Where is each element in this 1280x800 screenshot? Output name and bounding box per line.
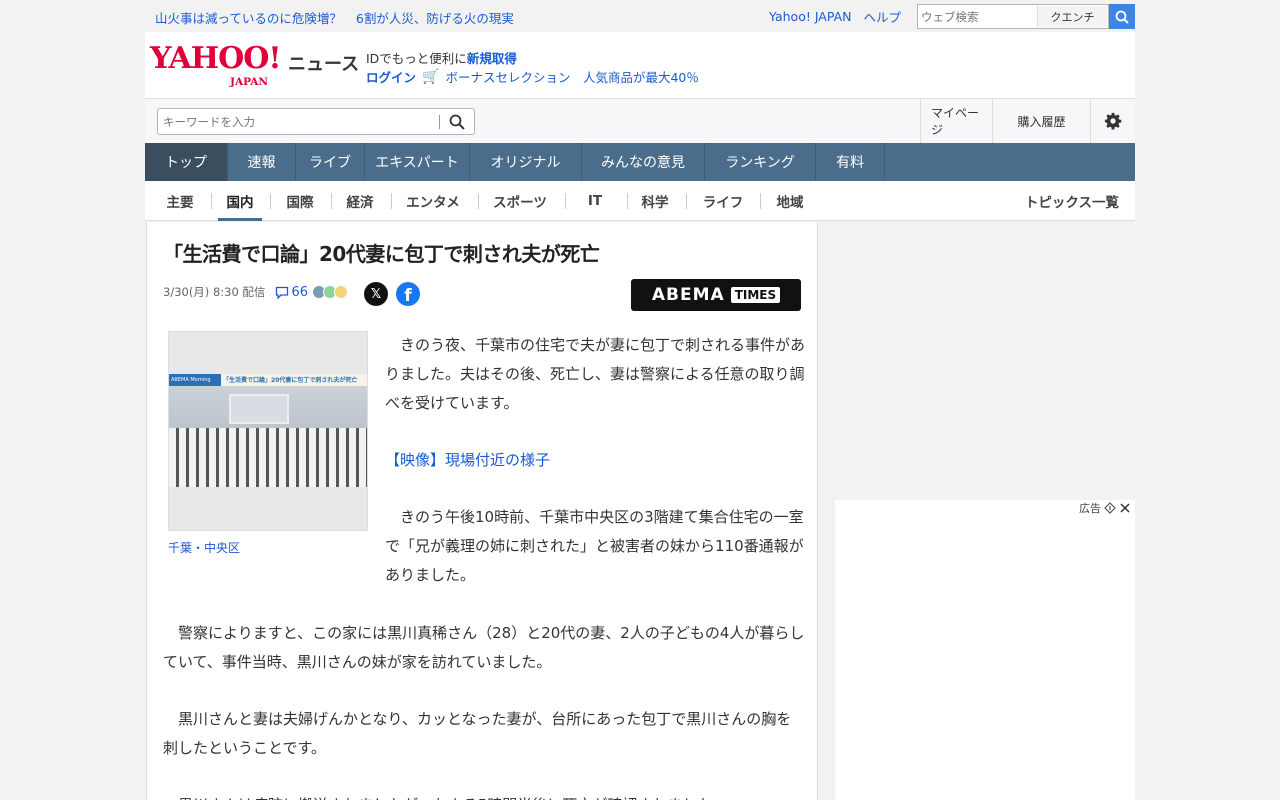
close-icon[interactable] [1119, 502, 1131, 514]
logo-sub: JAPAN [230, 76, 268, 88]
keyword-search-box [157, 108, 475, 135]
nav-breaking[interactable]: 速報 [228, 143, 296, 181]
category-region[interactable]: 地域 [765, 181, 815, 221]
article-photo[interactable]: ABEMA Morning 「生活費で口論」20代妻に包丁で刺され夫が死亡 [168, 331, 368, 531]
nav-original[interactable]: オリジナル [470, 143, 582, 181]
divider [391, 193, 392, 209]
nav-paid[interactable]: 有料 [816, 143, 885, 181]
divider [270, 193, 271, 209]
news-label[interactable]: ニュース [288, 50, 359, 76]
id-promo: IDでもっと便利に新規取得 [366, 48, 517, 67]
comment-count: 66 [291, 284, 308, 300]
category-domestic[interactable]: 国内 [218, 181, 262, 221]
category-main[interactable]: 主要 [155, 181, 205, 221]
yahoo-logo[interactable]: YAHOO! JAPAN [150, 41, 282, 89]
keyword-search-row: マイページ 購入履歴 [145, 98, 1135, 143]
nav-ranking[interactable]: ランキング [705, 143, 816, 181]
purchase-history-button[interactable]: 購入履歴 [992, 99, 1090, 143]
cart-icon: 🛒 [422, 68, 440, 85]
article: 「生活費で口論」20代妻に包丁で刺され夫が死亡 3/30(月) 8:30 配信 … [146, 222, 818, 800]
divider [439, 115, 440, 129]
ad-label: 広告 [1079, 500, 1131, 516]
divider [627, 193, 628, 209]
photo-railing [169, 428, 367, 487]
divider [686, 193, 687, 209]
comment-link[interactable]: 66 [275, 285, 308, 300]
provider-logo[interactable]: ABEMA TIMES [631, 279, 801, 311]
web-search-input[interactable] [918, 5, 1028, 28]
ad-slot[interactable]: 広告 [835, 500, 1135, 800]
login-link[interactable]: ログイン [366, 67, 416, 86]
top-bar: 山火事は減っているのに危険増？ 6割が人災、防げる火の現実 Yahoo! JAP… [0, 0, 1280, 32]
avatar [333, 285, 348, 299]
ad-label-text: 広告 [1079, 502, 1101, 515]
quenchi-button[interactable]: クエンチ [1037, 6, 1107, 27]
search-icon [1115, 10, 1129, 24]
photo-window [229, 394, 289, 424]
category-science[interactable]: 科学 [631, 181, 679, 221]
x-share-icon[interactable]: 𝕏 [364, 282, 388, 306]
paragraph: 警察によりますと、この家には黒川真稀さん（28）と20代の妻、2人の子どもの4人… [163, 624, 805, 671]
reaction-avatars[interactable] [311, 285, 348, 299]
topic-link-2[interactable]: 6割が人災、防げる火の現実 [356, 8, 514, 27]
nav-opinions[interactable]: みんなの意見 [582, 143, 705, 181]
article-title: 「生活費で口論」20代妻に包丁で刺され夫が死亡 [163, 242, 600, 266]
search-icon [449, 114, 465, 130]
mypage-button[interactable]: マイページ [920, 99, 992, 143]
provider-logo-main: ABEMA [651, 285, 725, 305]
login-row: ログイン 🛒 ボーナスセレクション 人気商品が最大40％ [366, 67, 699, 86]
topic-links: 山火事は減っているのに危険増？ 6割が人災、防げる火の現実 [155, 8, 514, 27]
id-promo-text: IDでもっと便利に [366, 51, 467, 66]
photo-banner-text: 「生活費で口論」20代妻に包丁で刺され夫が死亡 [223, 377, 358, 384]
share-buttons: 𝕏 f [364, 282, 420, 306]
paragraph: 黒川さんは病院に搬送されましたが、およそ5時間半後に死亡が確認されました。 [163, 791, 805, 800]
category-entertainment[interactable]: エンタメ [397, 181, 469, 221]
comment-icon [276, 286, 289, 299]
yahoo-japan-link[interactable]: Yahoo! JAPAN [769, 9, 851, 24]
category-nav: 主要 国内 国際 経済 エンタメ スポーツ IT 科学 ライフ 地域 トピックス… [145, 181, 1135, 221]
divider [478, 193, 479, 209]
paragraph: 黒川さんと妻は夫婦げんかとなり、カッとなった妻が、台所にあった包丁で黒川さんの胸… [163, 710, 792, 757]
nav-top[interactable]: トップ [145, 143, 228, 181]
category-life[interactable]: ライフ [693, 181, 753, 221]
divider [211, 193, 212, 209]
ad-info-icon[interactable] [1104, 502, 1116, 514]
divider [565, 193, 566, 209]
photo-caption[interactable]: 千葉・中央区 [168, 539, 240, 556]
gear-icon [1104, 112, 1122, 130]
web-search-box: クエンチ [917, 4, 1109, 29]
photo-banner: ABEMA Morning 「生活費で口論」20代妻に包丁で刺され夫が死亡 [169, 374, 367, 386]
paragraph: きのう夜、千葉市の住宅で夫が妻に包丁で刺される事件がありました。夫はその後、死亡… [385, 336, 806, 412]
site-header: YAHOO! JAPAN ニュース IDでもっと便利に新規取得 ログイン 🛒 ボ… [145, 32, 1135, 98]
category-sports[interactable]: スポーツ [485, 181, 555, 221]
settings-button[interactable] [1090, 99, 1135, 143]
photo-banner-label: ABEMA Morning [169, 374, 221, 386]
logo-main: YAHOO! [150, 41, 282, 76]
publish-date: 3/30(月) 8:30 配信 [163, 285, 266, 299]
video-link[interactable]: 【映像】現場付近の様子 [385, 446, 805, 475]
keyword-search-input[interactable] [158, 109, 428, 134]
category-it[interactable]: IT [571, 181, 619, 221]
signup-link[interactable]: 新規取得 [467, 51, 517, 66]
active-category-underline [218, 218, 262, 221]
global-nav: トップ 速報 ライブ エキスパート オリジナル みんなの意見 ランキング 有料 [145, 143, 1135, 181]
divider [331, 193, 332, 209]
paragraph: きのう午後10時前、千葉市中央区の3階建て集合住宅の一室で「兄が義理の姉に刺され… [385, 508, 804, 584]
bonus-selection-link[interactable]: ボーナスセレクション 人気商品が最大40％ [445, 67, 698, 86]
nav-expert[interactable]: エキスパート [365, 143, 470, 181]
divider [760, 193, 761, 209]
all-topics-link[interactable]: トピックス一覧 [1025, 181, 1119, 221]
nav-live[interactable]: ライブ [296, 143, 365, 181]
facebook-share-icon[interactable]: f [396, 282, 420, 306]
category-international[interactable]: 国際 [275, 181, 325, 221]
provider-logo-sub: TIMES [730, 287, 781, 303]
article-meta: 3/30(月) 8:30 配信 66 [163, 284, 348, 300]
keyword-search-button[interactable] [447, 112, 467, 132]
topic-link-1[interactable]: 山火事は減っているのに危険増？ [155, 8, 342, 27]
web-search-button[interactable] [1109, 4, 1135, 29]
category-economy[interactable]: 経済 [335, 181, 385, 221]
help-link[interactable]: ヘルプ [863, 7, 901, 26]
